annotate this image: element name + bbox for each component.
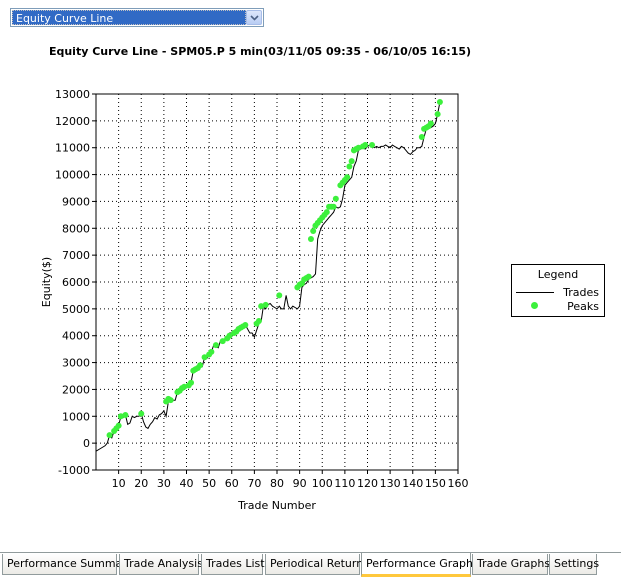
x-tick-label: 150 [425, 477, 446, 490]
y-tick-label: 1000 [62, 410, 90, 423]
y-tick-label: 13000 [55, 88, 90, 101]
tab-bar: Performance Summary Trade Analysis Trade… [0, 552, 621, 577]
peak-point [307, 236, 314, 243]
x-tick-label: 20 [134, 477, 148, 490]
legend-item-trades: Trades [512, 286, 604, 299]
peak-point [427, 120, 434, 127]
peak-point [348, 158, 355, 165]
peak-point [212, 342, 219, 349]
peak-point [369, 142, 376, 149]
peak-point [332, 195, 339, 202]
x-tick-label: 120 [357, 477, 378, 490]
y-tick-label: 11000 [55, 142, 90, 155]
legend-title: Legend [537, 268, 579, 281]
peak-point [323, 209, 330, 216]
peak-point [344, 174, 351, 181]
peak-point [346, 163, 353, 170]
x-tick-label: 60 [225, 477, 239, 490]
peak-point [197, 362, 204, 369]
x-tick-label: 140 [402, 477, 423, 490]
peak-point [167, 397, 174, 404]
y-axis-label: Equity($) [40, 257, 53, 307]
peak-point [188, 379, 195, 386]
x-tick-label: 100 [312, 477, 333, 490]
peak-point [436, 99, 443, 106]
x-tick-label: 130 [380, 477, 401, 490]
y-tick-label: 3000 [62, 357, 90, 370]
x-tick-label: 40 [180, 477, 194, 490]
peak-point [276, 292, 283, 299]
tab-settings[interactable]: Settings [549, 554, 599, 575]
peak-point [242, 321, 249, 328]
y-tick-label: -1000 [58, 464, 90, 477]
y-tick-label: 6000 [62, 276, 90, 289]
peak-point [418, 133, 425, 140]
tab-performance-summary[interactable]: Performance Summary [2, 554, 133, 575]
y-tick-label: 5000 [62, 303, 90, 316]
peak-point [255, 317, 262, 324]
legend-label-trades: Trades [563, 286, 599, 299]
y-tick-label: 12000 [55, 115, 90, 128]
y-tick-label: 7000 [62, 249, 90, 262]
tab-trades-list[interactable]: Trades List [201, 554, 265, 575]
peak-point [208, 348, 215, 355]
y-tick-label: 4000 [62, 330, 90, 343]
y-tick-label: 9000 [62, 195, 90, 208]
x-tick-label: 110 [334, 477, 355, 490]
peak-point [434, 111, 441, 118]
peak-point [330, 203, 337, 210]
legend-label-peaks: Peaks [567, 300, 599, 313]
x-tick-label: 50 [202, 477, 216, 490]
x-tick-label: 70 [247, 477, 261, 490]
peak-point [138, 410, 145, 417]
y-tick-label: 2000 [62, 383, 90, 396]
legend-item-peaks: Peaks [512, 300, 604, 313]
peak-point [115, 422, 122, 429]
x-tick-label: 80 [270, 477, 284, 490]
tab-periodical-returns[interactable]: Periodical Returns [265, 554, 369, 575]
tab-trade-graphs[interactable]: Trade Graphs [472, 554, 550, 575]
x-tick-label: 160 [448, 477, 469, 490]
tab-performance-graphs[interactable]: Performance Graphs [361, 553, 479, 577]
x-axis-label: Trade Number [237, 499, 316, 512]
peak-point [310, 227, 317, 234]
y-tick-label: 10000 [55, 169, 90, 182]
peak-point [305, 273, 312, 280]
y-tick-label: 8000 [62, 222, 90, 235]
peak-point [262, 301, 269, 308]
dot-swatch-icon [531, 302, 538, 309]
chart-legend: Legend Trades Peaks [511, 264, 605, 317]
x-tick-label: 90 [293, 477, 307, 490]
x-tick-label: 30 [157, 477, 171, 490]
peak-point [122, 411, 129, 418]
y-tick-label: 0 [83, 437, 90, 450]
line-swatch-icon [516, 292, 554, 293]
x-tick-label: 10 [112, 477, 126, 490]
peak-point [106, 432, 113, 439]
peak-point [362, 142, 369, 149]
tab-trade-analysis[interactable]: Trade Analysis [119, 554, 203, 575]
